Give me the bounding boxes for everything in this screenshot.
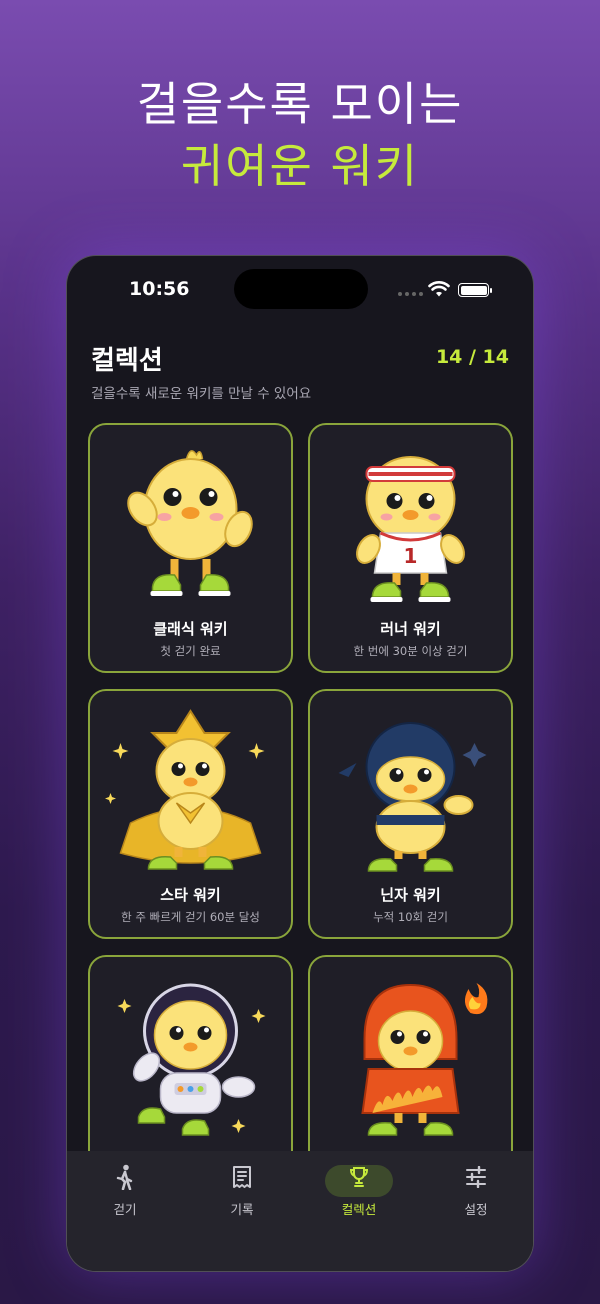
card-condition: 한 번에 30분 이상 걷기 <box>353 644 468 658</box>
promo-headline-line2: 귀여운 워키 <box>180 139 420 193</box>
tab-label: 컬렉션 <box>341 1202 377 1217</box>
card-name: 클래식 워키 <box>153 620 228 638</box>
phone-frame: 10:56 컬렉션 14 / 14 걸을수록 새로운 워키를 만날 수 있어요 <box>66 255 534 1272</box>
signal-icon <box>398 292 423 296</box>
tab-records[interactable]: 기록 <box>192 1163 292 1223</box>
ninja-chick-illustration <box>338 722 487 872</box>
walking-icon <box>75 1163 175 1191</box>
collection-card-ninja[interactable]: 닌자 워키 누적 10회 걷기 <box>308 689 513 939</box>
collection-card-runner[interactable]: 1 러너 워키 한 번에 30분 이상 걷기 <box>308 423 513 673</box>
bottom-tab-bar: 걷기 기록 컬렉션 설정 <box>67 1151 533 1271</box>
trophy-icon <box>317 1163 417 1191</box>
tab-settings[interactable]: 설정 <box>426 1163 526 1223</box>
page-title: 컬렉션 <box>91 346 163 376</box>
tab-walk[interactable]: 걷기 <box>75 1163 175 1223</box>
jersey-number: 1 <box>404 544 418 568</box>
astronaut-chick-illustration <box>117 983 266 1136</box>
battery-icon <box>458 283 492 297</box>
page-subtitle: 걸을수록 새로운 워키를 만날 수 있어요 <box>91 386 312 402</box>
card-name: 닌자 워키 <box>380 886 441 904</box>
fire-hoodie-chick-illustration <box>361 983 488 1136</box>
card-condition: 한 주 빠르게 걷기 60분 달성 <box>121 910 260 924</box>
collection-card-classic[interactable]: 클래식 워키 첫 걷기 완료 <box>88 423 293 673</box>
receipt-icon <box>192 1163 292 1191</box>
wifi-icon <box>428 281 450 297</box>
card-condition: 첫 걷기 완료 <box>160 644 221 658</box>
card-name: 러너 워키 <box>380 620 441 638</box>
runner-chick-illustration: 1 <box>356 456 465 602</box>
dynamic-island <box>234 269 368 309</box>
tab-label: 설정 <box>464 1202 488 1217</box>
tab-collection[interactable]: 컬렉션 <box>317 1163 417 1223</box>
sliders-icon <box>426 1163 526 1191</box>
status-time: 10:56 <box>129 278 190 300</box>
card-condition: 누적 10회 걷기 <box>373 910 448 924</box>
promo-headline-line1: 걸을수록 모이는 <box>136 77 464 131</box>
card-name: 스타 워키 <box>160 886 221 904</box>
collection-count: 14 / 14 <box>435 346 509 368</box>
tab-label: 기록 <box>230 1202 254 1217</box>
collection-card-star[interactable]: 스타 워키 한 주 빠르게 걷기 60분 달성 <box>88 689 293 939</box>
classic-chick-illustration <box>127 450 253 596</box>
tab-label: 걷기 <box>113 1202 137 1217</box>
star-chick-illustration <box>105 709 265 870</box>
